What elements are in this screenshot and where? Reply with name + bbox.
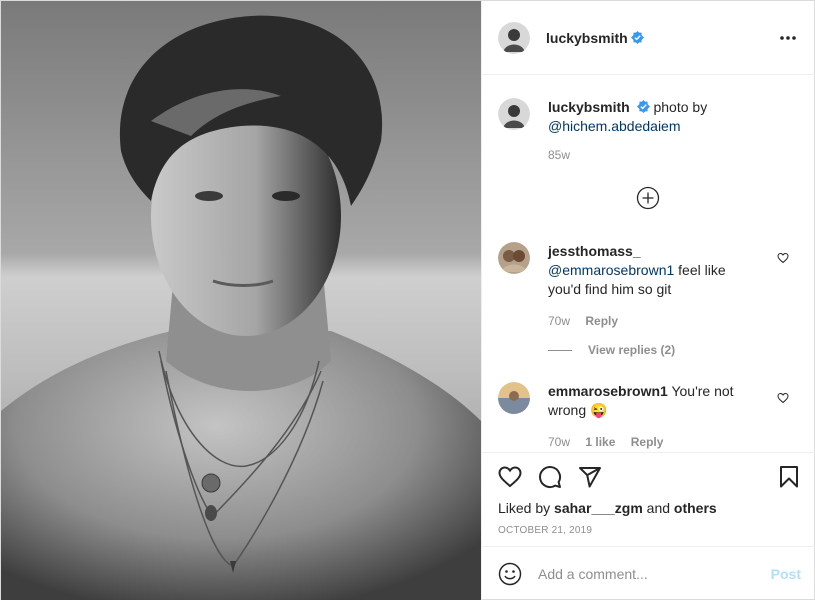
caption-time[interactable]: 85w bbox=[548, 148, 570, 162]
comment-time[interactable]: 70w bbox=[548, 314, 570, 328]
likes-others-link[interactable]: others bbox=[674, 500, 717, 516]
likes-summary: Liked by sahar___zgm and others bbox=[482, 500, 815, 516]
comments-list: luckybsmith photo by @hichem.abdedaiem 8… bbox=[482, 76, 815, 452]
comment-mention[interactable]: @emmarosebrown1 bbox=[548, 262, 674, 278]
verified-badge-icon bbox=[630, 31, 644, 44]
liked-by-user[interactable]: sahar___zgm bbox=[554, 500, 643, 516]
post-modal: luckybsmith luckybsmith photo by @hichem… bbox=[0, 0, 815, 600]
author-username[interactable]: luckybsmith bbox=[546, 30, 628, 46]
photo-illustration bbox=[1, 1, 481, 600]
plus-circle-icon bbox=[636, 186, 660, 210]
comment-item: jessthomass_ @emmarosebrown1 feel like y… bbox=[498, 242, 801, 331]
post-comment-button[interactable]: Post bbox=[771, 566, 801, 582]
emoji-icon[interactable] bbox=[498, 562, 522, 586]
caption-avatar[interactable] bbox=[498, 98, 530, 130]
post-header: luckybsmith bbox=[482, 1, 815, 75]
commenter-avatar[interactable] bbox=[498, 382, 530, 414]
add-comment-bar: Post bbox=[482, 546, 815, 600]
comment-likes[interactable]: 1 like bbox=[585, 435, 615, 449]
comment-time[interactable]: 70w bbox=[548, 435, 570, 449]
share-icon[interactable] bbox=[578, 465, 602, 489]
post-photo[interactable] bbox=[1, 1, 481, 600]
caption-mention[interactable]: @hichem.abdedaiem bbox=[548, 118, 681, 134]
heart-icon[interactable] bbox=[498, 465, 522, 489]
comment-icon[interactable] bbox=[538, 465, 562, 489]
comment-username[interactable]: jessthomass_ bbox=[548, 243, 641, 259]
more-options-button[interactable] bbox=[776, 26, 800, 50]
comment-like-icon[interactable] bbox=[777, 392, 789, 404]
commenter-avatar[interactable] bbox=[498, 242, 530, 274]
caption-username[interactable]: luckybsmith bbox=[548, 99, 630, 115]
bookmark-icon[interactable] bbox=[777, 465, 801, 489]
caption: luckybsmith photo by @hichem.abdedaiem 8… bbox=[498, 98, 801, 165]
winking-tongue-emoji: 😜 bbox=[590, 402, 608, 418]
more-horizontal-icon bbox=[780, 35, 796, 40]
post-actions: Liked by sahar___zgm and others October … bbox=[482, 452, 815, 536]
likes-prefix: Liked by bbox=[498, 500, 555, 516]
view-replies-divider bbox=[548, 349, 572, 351]
comment-item: emmarosebrown1 You're not wrong 😜 70w 1 … bbox=[498, 382, 801, 452]
post-date[interactable]: October 21, 2019 bbox=[482, 525, 815, 536]
post-sidebar: luckybsmith luckybsmith photo by @hichem… bbox=[481, 1, 815, 600]
caption-text: photo by bbox=[649, 99, 708, 115]
comment-username[interactable]: emmarosebrown1 bbox=[548, 383, 668, 399]
view-replies-button[interactable]: View replies (2) bbox=[548, 343, 675, 357]
view-replies-label: View replies (2) bbox=[588, 343, 676, 357]
verified-badge-icon bbox=[636, 100, 650, 113]
reply-button[interactable]: Reply bbox=[585, 314, 618, 328]
load-more-comments-button[interactable] bbox=[636, 186, 660, 210]
comment-input[interactable] bbox=[538, 566, 763, 582]
author-avatar[interactable] bbox=[498, 21, 530, 54]
likes-middle: and bbox=[642, 500, 674, 516]
comment-like-icon[interactable] bbox=[777, 252, 789, 264]
reply-button[interactable]: Reply bbox=[631, 435, 664, 449]
